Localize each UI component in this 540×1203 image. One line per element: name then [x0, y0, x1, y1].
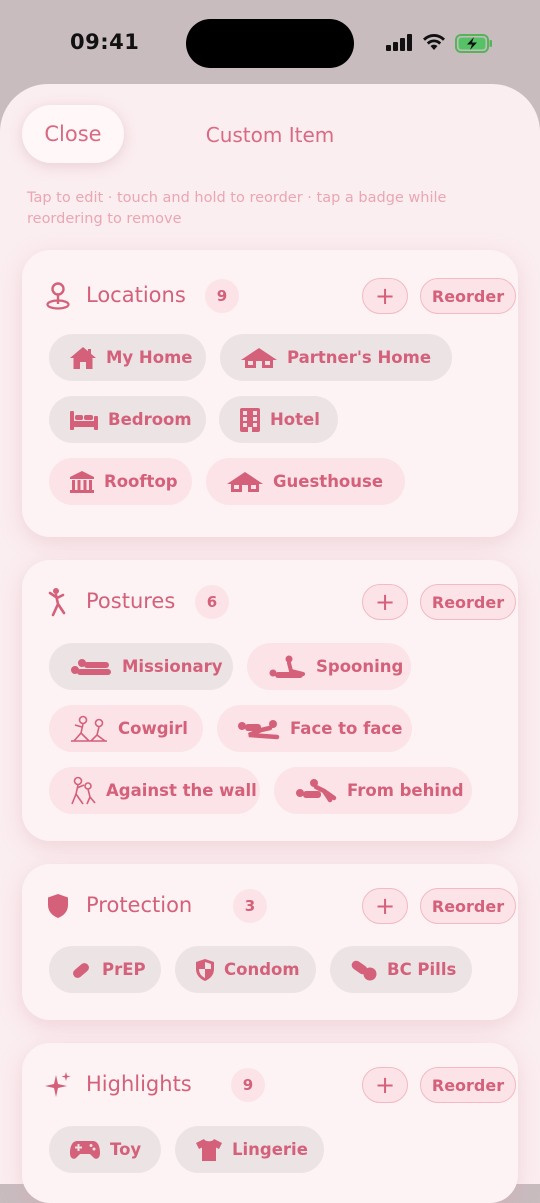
sparkles-icon [44, 1071, 72, 1099]
status-bar: 09:41 [0, 0, 540, 88]
count-badge: 6 [195, 585, 229, 619]
battery-charging-icon [455, 34, 492, 53]
chip-bc-pills[interactable]: BC Pills [330, 946, 472, 993]
chip-toy[interactable]: Toy [49, 1126, 161, 1173]
close-button[interactable]: Close [22, 105, 124, 163]
chip-condom[interactable]: Condom [175, 946, 316, 993]
posture-icon [267, 654, 307, 680]
wifi-icon [423, 34, 445, 50]
reorder-button[interactable]: Reorder [420, 584, 516, 620]
status-time: 09:41 [70, 30, 140, 54]
count-badge: 9 [205, 279, 239, 313]
shield-icon [44, 892, 72, 920]
sheet-title: Custom Item [205, 123, 335, 147]
chip-label: Spooning [316, 657, 404, 676]
chip-label: Cowgirl [118, 719, 188, 738]
pill-icon [69, 958, 93, 982]
chip-rooftop[interactable]: Rooftop [49, 458, 192, 505]
chip-label: Bedroom [108, 410, 192, 429]
posture-icon [69, 656, 113, 678]
bed-icon [69, 409, 99, 431]
chip-label: Face to face [290, 719, 403, 738]
posture-icon [69, 776, 97, 806]
postures-header: Postures 6 + Reorder [44, 584, 516, 620]
instructions-text: Tap to edit · touch and hold to reorder … [27, 190, 447, 227]
figure-icon [44, 588, 72, 617]
dynamic-island [186, 19, 354, 68]
house-wide-icon [226, 471, 264, 493]
highlights-card: Highlights 9 + Reorder Toy Lingerie [22, 1043, 518, 1203]
house-icon [69, 346, 97, 370]
chip-guesthouse[interactable]: Guesthouse [206, 458, 405, 505]
tshirt-icon [195, 1138, 223, 1162]
cellular-signal-icon [386, 34, 412, 51]
building-icon [239, 407, 261, 433]
chip-label: Partner's Home [287, 348, 432, 367]
chip-cowgirl[interactable]: Cowgirl [49, 705, 203, 752]
protection-card: Protection 3 + Reorder PrEP Condom BC Pi… [22, 864, 518, 1020]
posture-icon [294, 778, 338, 804]
chip-label: Toy [110, 1140, 142, 1159]
chip-label: From behind [347, 781, 464, 800]
map-pin-icon [44, 282, 72, 310]
columns-building-icon [69, 470, 95, 494]
section-title: Protection [86, 893, 193, 917]
chip-lingerie[interactable]: Lingerie [175, 1126, 324, 1173]
chip-label: Against the wall [106, 781, 257, 800]
add-button[interactable]: + [362, 584, 408, 620]
chip-label: Condom [224, 960, 300, 979]
chip-label: Hotel [270, 410, 320, 429]
chip-label: PrEP [102, 960, 146, 979]
chip-hotel[interactable]: Hotel [219, 396, 338, 443]
add-button[interactable]: + [362, 278, 408, 314]
chip-missionary[interactable]: Missionary [49, 643, 233, 690]
section-title: Highlights [86, 1072, 192, 1096]
add-button[interactable]: + [362, 888, 408, 924]
chip-label: BC Pills [387, 960, 457, 979]
gamepad-icon [69, 1139, 101, 1161]
chip-against-the-wall[interactable]: Against the wall [49, 767, 260, 814]
section-title: Postures [86, 589, 176, 613]
chip-my-home[interactable]: My Home [49, 334, 206, 381]
chip-spooning[interactable]: Spooning [247, 643, 411, 690]
posture-icon [69, 715, 109, 743]
house-wide-icon [240, 347, 278, 369]
reorder-button[interactable]: Reorder [420, 888, 516, 924]
locations-header: Locations 9 + Reorder [44, 278, 516, 314]
section-title: Locations [86, 283, 186, 307]
chip-label: My Home [106, 348, 193, 367]
count-badge: 3 [233, 889, 267, 923]
reorder-button[interactable]: Reorder [420, 1067, 516, 1103]
protection-header: Protection 3 + Reorder [44, 888, 516, 924]
chip-label: Guesthouse [273, 472, 384, 491]
chip-from-behind[interactable]: From behind [274, 767, 472, 814]
chip-prep[interactable]: PrEP [49, 946, 161, 993]
chip-partners-home[interactable]: Partner's Home [220, 334, 452, 381]
highlights-header: Highlights 9 + Reorder [44, 1067, 516, 1103]
chip-face-to-face[interactable]: Face to face [217, 705, 412, 752]
checkered-shield-icon [195, 958, 215, 982]
chip-label: Missionary [122, 657, 223, 676]
locations-card: Locations 9 + Reorder My Home Partner's … [22, 250, 518, 537]
reorder-button[interactable]: Reorder [420, 278, 516, 314]
pills-icon [350, 958, 378, 982]
count-badge: 9 [231, 1068, 265, 1102]
chip-label: Lingerie [232, 1140, 308, 1159]
postures-card: Postures 6 + Reorder Missionary Spooning… [22, 560, 518, 841]
chip-label: Rooftop [104, 472, 178, 491]
add-button[interactable]: + [362, 1067, 408, 1103]
posture-icon [237, 718, 281, 740]
chip-bedroom[interactable]: Bedroom [49, 396, 206, 443]
